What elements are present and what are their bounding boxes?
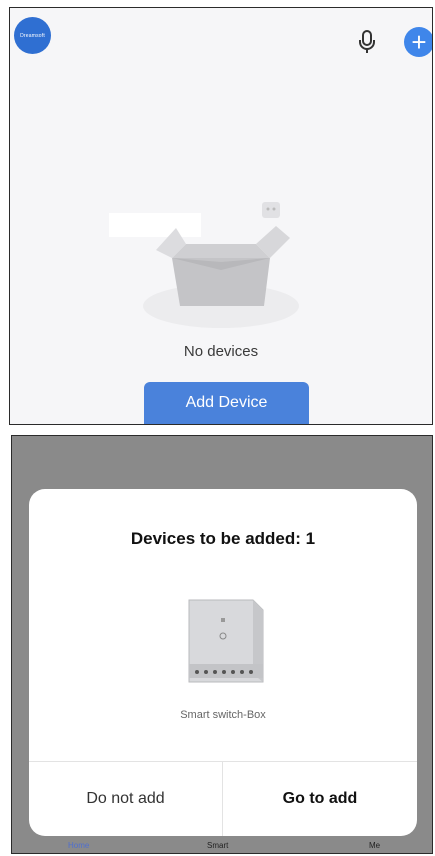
do-not-add-button[interactable]: Do not add: [29, 762, 222, 836]
no-devices-label: No devices: [183, 343, 259, 360]
app-logo[interactable]: Dreamsoft: [14, 17, 51, 54]
devices-dialog: Devices to be added: 1 Smart switch-Box …: [29, 489, 417, 836]
tab-me[interactable]: Me: [369, 841, 380, 850]
empty-box-illustration: [136, 198, 306, 333]
go-to-add-button[interactable]: Go to add: [223, 762, 417, 836]
device-name-label: Smart switch-Box: [180, 709, 266, 721]
switch-box-image: [185, 596, 267, 691]
add-icon[interactable]: +: [404, 27, 432, 57]
tab-smart[interactable]: Smart: [207, 841, 228, 850]
dialog-title: Devices to be added: 1: [130, 529, 316, 548]
home-empty-screen: Dreamsoft + No devices Add Device: [9, 7, 433, 425]
add-device-dialog-screen: Devices to be added: 1 Smart switch-Box …: [11, 435, 433, 854]
microphone-icon[interactable]: [357, 29, 377, 60]
add-device-button[interactable]: Add Device: [144, 382, 309, 424]
tab-home[interactable]: Home: [68, 841, 89, 850]
